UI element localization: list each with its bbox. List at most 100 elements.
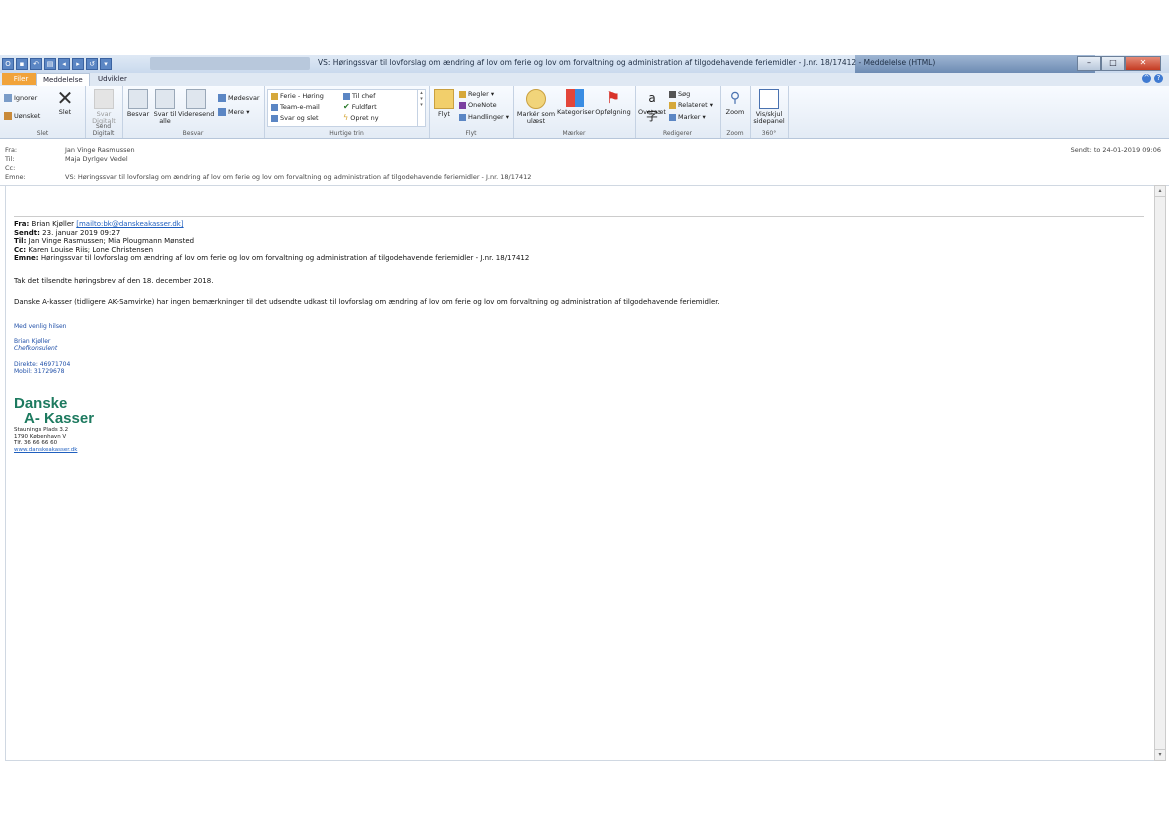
- title-bar: O ▪ ↶ ▤ ◂ ▸ ↺ ▾ VS: Høringssvar til lovf…: [0, 55, 1169, 73]
- gallery-scroll[interactable]: ▴ ▾ ▾: [417, 90, 425, 126]
- forward-icon[interactable]: ▸: [72, 58, 84, 70]
- group-label-tags: Mærker: [562, 130, 586, 137]
- body-paragraph-1: Tak det tilsendte høringsbrev af den 18.…: [14, 277, 214, 285]
- window-controls: – □ ✕: [1077, 56, 1161, 71]
- group-label-move: Flyt: [465, 130, 477, 137]
- to-row: Til: Maja Dyrlgev Vedel: [5, 155, 128, 163]
- translate-button[interactable]: a字 Oversæt: [638, 89, 666, 123]
- unread-envelope-icon: [526, 89, 546, 109]
- customize-icon[interactable]: ▾: [100, 58, 112, 70]
- group-editing: a字 Oversæt Søg Relateret ▾ Marker ▾ Redi…: [635, 86, 721, 138]
- signature-mobile: Mobil: 31729678: [14, 368, 65, 375]
- junk-button[interactable]: Uønsket: [4, 112, 40, 120]
- mark-unread-button[interactable]: Markér som ulæst: [516, 89, 556, 125]
- message-body: Fra: Brian Kjøller [mailto:bk@danskeakas…: [5, 185, 1155, 761]
- undo-icon[interactable]: ↺: [86, 58, 98, 70]
- app-icon[interactable]: O: [2, 58, 14, 70]
- tab-message[interactable]: Meddelelse: [36, 73, 90, 86]
- print-icon[interactable]: ▤: [44, 58, 56, 70]
- quick-step-done[interactable]: ✔ Fuldført: [343, 103, 377, 112]
- help-icon[interactable]: ?: [1154, 74, 1163, 83]
- quick-step-create-new[interactable]: ϟ Opret ny: [343, 114, 379, 123]
- scroll-down-icon[interactable]: ▾: [1155, 749, 1165, 760]
- website-link[interactable]: www.danskeakasser.dk: [14, 447, 77, 453]
- sidepanel-icon: [759, 89, 779, 109]
- ignore-icon: [4, 94, 12, 102]
- collapse-ribbon-icon[interactable]: ^: [1142, 74, 1151, 83]
- danske-a-kasser-logo: Danske A- Kasser: [14, 395, 95, 427]
- tab-developer[interactable]: Udvikler: [92, 73, 133, 85]
- find-button[interactable]: Søg: [669, 90, 690, 98]
- sent-date: Sendt: to 24-01-2019 09:06: [1070, 146, 1161, 154]
- to-value[interactable]: Maja Dyrlgev Vedel: [65, 155, 128, 163]
- tab-file[interactable]: Filer: [2, 73, 40, 85]
- group-respond: Besvar Svar til alle Videresend Mødesvar…: [122, 86, 265, 138]
- follow-up-button[interactable]: ⚑ Opfølgning: [593, 89, 633, 116]
- quick-steps-gallery: Ferie - Høring Team-e-mail Svar og slet …: [267, 89, 426, 127]
- move-folder-icon: [434, 89, 454, 109]
- signature-address: Staunings Plads 3.2 1790 København V Tlf…: [14, 427, 78, 453]
- reply-all-button[interactable]: Svar til alle: [153, 89, 177, 125]
- group-label-zoom: Zoom: [726, 130, 744, 137]
- from-label: Fra:: [5, 146, 18, 154]
- forwarded-header: Fra: Brian Kjøller [mailto:bk@danskeakas…: [14, 220, 529, 263]
- group-label-editing: Redigerer: [662, 130, 693, 137]
- cc-row: Cc:: [5, 164, 65, 172]
- delete-button[interactable]: ✕ Slet: [54, 86, 76, 116]
- subject-value: VS: Høringssvar til lovforslag om ændrin…: [65, 173, 532, 181]
- delete-icon: ✕: [56, 86, 74, 110]
- vertical-scrollbar[interactable]: ▴ ▾: [1154, 185, 1166, 761]
- ribbon: Ignorer Uønsket ✕ Slet Slet Svar Digital…: [0, 86, 1169, 139]
- more-button[interactable]: Mere ▾: [218, 108, 249, 116]
- reply-icon[interactable]: ↶: [30, 58, 42, 70]
- back-icon[interactable]: ◂: [58, 58, 70, 70]
- from-row: Fra: Jan Vinge Rasmussen: [5, 146, 135, 154]
- meeting-icon: [218, 94, 226, 102]
- select-button[interactable]: Marker ▾: [669, 113, 706, 121]
- group-label-delete: Slet: [36, 130, 49, 137]
- minimize-button[interactable]: –: [1077, 56, 1101, 71]
- actions-button[interactable]: Handlinger ▾: [459, 113, 509, 121]
- signature-direct: Direkte: 46971704: [14, 361, 71, 368]
- group-360: Vis/skjul sidepanel 360°: [750, 86, 789, 138]
- reply-mail-icon: [128, 89, 148, 109]
- scroll-up-icon[interactable]: ▴: [1155, 186, 1165, 197]
- forward-button[interactable]: Videresend: [178, 89, 214, 118]
- categorize-button[interactable]: Kategoriser: [557, 89, 594, 116]
- outlook-message-window: O ▪ ↶ ▤ ◂ ▸ ↺ ▾ VS: Høringssvar til lovf…: [0, 55, 1169, 763]
- maximize-button[interactable]: □: [1101, 56, 1125, 71]
- move-button[interactable]: Flyt: [433, 89, 455, 118]
- quick-step-ferie[interactable]: Ferie - Høring: [271, 92, 324, 100]
- group-move: Flyt Regler ▾ OneNote Handlinger ▾ Flyt: [429, 86, 514, 138]
- ignore-button[interactable]: Ignorer: [4, 94, 37, 102]
- quick-step-team[interactable]: Team-e-mail: [271, 103, 320, 111]
- quick-step-to-manager[interactable]: Til chef: [343, 92, 375, 100]
- body-divider: [14, 216, 1144, 217]
- fwd-from: Fra: Brian Kjøller [mailto:bk@danskeakas…: [14, 220, 184, 228]
- group-delete: Ignorer Uønsket ✕ Slet Slet: [0, 86, 86, 138]
- meeting-button[interactable]: Mødesvar: [218, 94, 260, 102]
- save-icon[interactable]: ▪: [16, 58, 28, 70]
- team-mail-icon: [271, 103, 278, 111]
- cc-label: Cc:: [5, 164, 16, 172]
- zoom-button[interactable]: ⚲ Zoom: [723, 89, 747, 116]
- signature-name: Brian Kjøller: [14, 338, 51, 345]
- close-button[interactable]: ✕: [1125, 56, 1161, 71]
- more-icon: [218, 108, 226, 116]
- related-button[interactable]: Relateret ▾: [669, 101, 713, 109]
- rules-icon: [459, 90, 466, 98]
- fwd-cc: Cc: Karen Louise Riis; Lone Christensen: [14, 245, 154, 254]
- onenote-button[interactable]: OneNote: [459, 101, 497, 109]
- reply-button[interactable]: Besvar: [126, 89, 150, 118]
- rules-button[interactable]: Regler ▾: [459, 90, 494, 98]
- to-label: Til:: [5, 155, 15, 163]
- quick-access-toolbar: O ▪ ↶ ▤ ◂ ▸ ↺ ▾: [2, 58, 112, 70]
- quick-step-reply-delete[interactable]: Svar og slet: [271, 114, 319, 122]
- toggle-sidepanel-button[interactable]: Vis/skjul sidepanel: [753, 89, 785, 125]
- from-value[interactable]: Jan Vinge Rasmussen: [65, 146, 135, 154]
- reply-digital-button[interactable]: Svar Digitalt: [89, 89, 119, 125]
- fwd-from-mail-link[interactable]: [mailto:bk@danskeakasser.dk]: [76, 220, 183, 228]
- group-label-send-digital: Send Digitalt: [92, 123, 115, 137]
- flag-icon: ⚑: [605, 88, 621, 107]
- fwd-subject: Emne: Høringssvar til lovforslag om ændr…: [14, 254, 530, 263]
